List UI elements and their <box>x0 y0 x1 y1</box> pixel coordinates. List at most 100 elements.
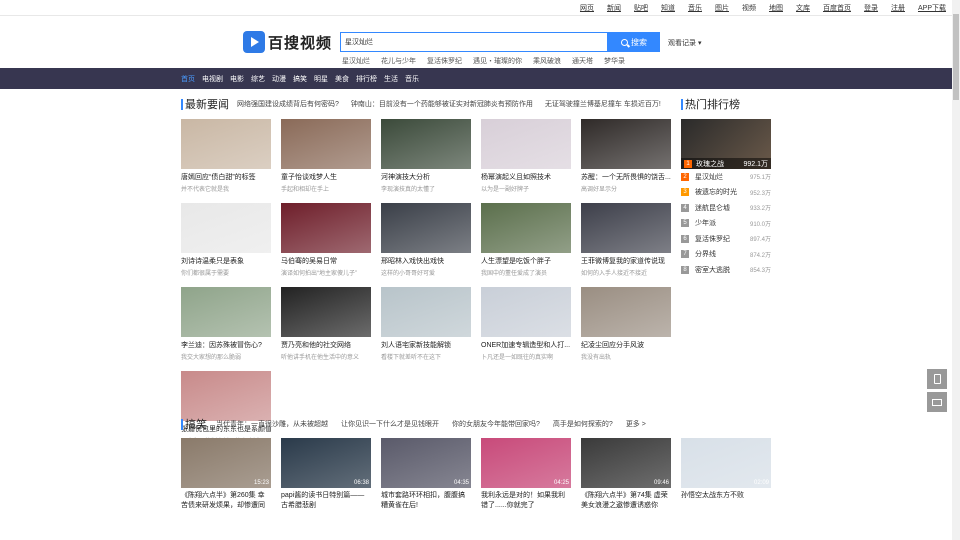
card-title[interactable]: 苏醒：一个无所畏惧的饶舌... <box>581 172 671 182</box>
video-thumbnail[interactable]: 09:46 <box>581 438 671 488</box>
card-title[interactable]: 人生漂望是吃饭个胖子 <box>481 256 571 266</box>
search-button[interactable]: 搜索 <box>608 32 660 52</box>
funny-link[interactable]: 让你见识一下什么才是见钱眼开 <box>341 419 439 429</box>
logo[interactable]: 百搜视频 <box>243 31 332 53</box>
rank-name[interactable]: 星汉灿烂 <box>695 172 723 182</box>
card-thumbnail[interactable] <box>281 119 371 169</box>
search-input[interactable]: 星汉灿烂 <box>340 32 608 52</box>
card-thumbnail[interactable] <box>181 371 271 421</box>
card-thumbnail[interactable] <box>581 203 671 253</box>
nav-item[interactable]: 音乐 <box>405 74 419 84</box>
news-card[interactable]: 河神演技大分析 李现演技真的太懂了 <box>381 119 471 203</box>
top-link[interactable]: 贴吧 <box>634 3 648 13</box>
news-card[interactable]: 刘人语宅家新技能解锁 看楼下就差听不在这下 <box>381 287 471 371</box>
card-title[interactable]: 王菲微博复我的家道传说现 <box>581 256 671 266</box>
news-card[interactable]: 王菲微博复我的家道传说现 如何的入手人接近不接近 <box>581 203 671 287</box>
top-link[interactable]: 注册 <box>891 3 905 13</box>
card-thumbnail[interactable] <box>181 119 271 169</box>
nav-item[interactable]: 生活 <box>384 74 398 84</box>
funny-link[interactable]: 当代青年：一直很沙雕，从未被超越 <box>216 419 328 429</box>
suggestion-link[interactable]: 花儿与少年 <box>381 56 416 66</box>
card-thumbnail[interactable] <box>581 119 671 169</box>
rank-top-item[interactable]: 1 玫瑰之战 992.1万 <box>681 119 771 169</box>
news-card[interactable]: 李兰迪：因苏殊被冒伤心? 我交大家想的那么脆弱 <box>181 287 271 371</box>
news-card[interactable]: 马伯骞的吴易日常 演译如何拍出“地主家傻儿子” <box>281 203 371 287</box>
top-link[interactable]: 登录 <box>864 3 878 13</box>
card-thumbnail[interactable] <box>281 287 371 337</box>
card-thumbnail[interactable] <box>381 119 471 169</box>
watch-history-link[interactable]: 观看记录 ▾ <box>668 38 701 48</box>
card-title[interactable]: 杨幂演起义且如照技术 <box>481 172 571 182</box>
rank-name[interactable]: 被遗忘的时光 <box>695 187 737 197</box>
top-link[interactable]: 网页 <box>580 3 594 13</box>
top-link[interactable]: 地图 <box>769 3 783 13</box>
card-title[interactable]: 唐嫣回应“债白甜”的标签 <box>181 172 271 182</box>
rank-row[interactable]: 4 迷航昆仑墟 933.2万 <box>681 200 771 216</box>
mobile-app-button[interactable] <box>927 369 947 389</box>
news-card[interactable]: ONER加速专辑造型和人打... 卜凡还是一如既往的真实啊 <box>481 287 571 371</box>
news-card[interactable]: 童子怡谈戏梦人生 手起和相却在手上 <box>281 119 371 203</box>
news-card[interactable]: 纪凌尘回应分手风波 我没有出轨 <box>581 287 671 371</box>
top-link[interactable]: 文库 <box>796 3 810 13</box>
card-title[interactable]: 纪凌尘回应分手风波 <box>581 340 671 350</box>
rank-name[interactable]: 分界线 <box>695 249 716 259</box>
card-title[interactable]: 刘人语宅家新技能解锁 <box>381 340 471 350</box>
top-link[interactable]: 音乐 <box>688 3 702 13</box>
video-card[interactable]: 04:35 城市套路环环相扣，腹腹搞糟黄雀在后! <box>381 438 471 511</box>
ticker-link[interactable]: 无证驾驶撞兰博基尼撞车 车损近百万! <box>545 99 661 109</box>
video-card[interactable]: 09:46 《陈翔六点半》第74集 虚荣美女浪漫之遨惨遭诱惑你 <box>581 438 671 511</box>
card-title[interactable]: 贾乃亮和他的社交网络 <box>281 340 371 350</box>
nav-item[interactable]: 明星 <box>314 74 328 84</box>
news-card[interactable]: 唐嫣回应“债白甜”的标签 并不代表它就是我 <box>181 119 271 203</box>
nav-item[interactable]: 电视剧 <box>202 74 223 84</box>
card-thumbnail[interactable] <box>481 287 571 337</box>
video-thumbnail[interactable]: 15:23 <box>181 438 271 488</box>
suggestion-link[interactable]: 通天塔 <box>572 56 593 66</box>
video-title[interactable]: 《陈翔六点半》第74集 虚荣美女浪漫之遨惨遭诱惑你 <box>581 491 671 511</box>
suggestion-link[interactable]: 梦华录 <box>604 56 625 66</box>
card-thumbnail[interactable] <box>481 119 571 169</box>
video-title[interactable]: papi酱的读书日特别篇——古希腊悲剧 <box>281 491 371 511</box>
video-thumbnail[interactable]: 04:35 <box>381 438 471 488</box>
rank-row[interactable]: 6 复活侏罗纪 897.4万 <box>681 231 771 247</box>
funny-link[interactable]: 更多 > <box>626 419 646 429</box>
video-thumbnail[interactable]: 02:09 <box>681 438 771 488</box>
suggestion-link[interactable]: 复活侏罗纪 <box>427 56 462 66</box>
rank-row[interactable]: 5 少年派 910.0万 <box>681 216 771 232</box>
video-card[interactable]: 15:23 《陈翔六点半》第260集 幸苦债来研发烦果，却惨遭同事见 <box>181 438 271 511</box>
nav-item[interactable]: 搞笑 <box>293 74 307 84</box>
rank-name[interactable]: 迷航昆仑墟 <box>695 203 730 213</box>
top-link[interactable]: 知道 <box>661 3 675 13</box>
nav-item[interactable]: 动漫 <box>272 74 286 84</box>
video-card[interactable]: 04:25 我利永远是对的！如果我利错了......你就完了 <box>481 438 571 511</box>
card-title[interactable]: 马伯骞的吴易日常 <box>281 256 371 266</box>
news-card[interactable]: 人生漂望是吃饭个胖子 我国中的董任爱成了演员 <box>481 203 571 287</box>
rank-name[interactable]: 玫瑰之战 <box>696 159 724 169</box>
card-thumbnail[interactable] <box>581 287 671 337</box>
card-thumbnail[interactable] <box>481 203 571 253</box>
nav-item[interactable]: 排行榜 <box>356 74 377 84</box>
feedback-button[interactable] <box>927 392 947 412</box>
ticker-link[interactable]: 网络强国建设成绩背后有何密码? <box>237 99 339 109</box>
rank-row[interactable]: 8 密室大逃脱 854.3万 <box>681 262 771 278</box>
news-card[interactable]: 邢昭林入戏快出戏快 这样的小哥哥好可爱 <box>381 203 471 287</box>
card-title[interactable]: 河神演技大分析 <box>381 172 471 182</box>
rank-row[interactable]: 7 分界线 874.2万 <box>681 247 771 263</box>
rank-name[interactable]: 密室大逃脱 <box>695 265 730 275</box>
nav-item[interactable]: 电影 <box>230 74 244 84</box>
ticker-link[interactable]: 钟南山：目前没有一个药能够被证实对新冠肺炎有预防作用 <box>351 99 533 109</box>
scrollbar[interactable] <box>952 0 960 540</box>
news-card[interactable]: 刘诗诗温柔只是表象 你们都很属于需要 <box>181 203 271 287</box>
video-card[interactable]: 06:38 papi酱的读书日特别篇——古希腊悲剧 <box>281 438 371 511</box>
card-title[interactable]: 李兰迪：因苏殊被冒伤心? <box>181 340 271 350</box>
top-link[interactable]: 新闻 <box>607 3 621 13</box>
suggestion-link[interactable]: 乘风破浪 <box>533 56 561 66</box>
suggestion-link[interactable]: 遇见・璀璨的你 <box>473 56 522 66</box>
card-thumbnail[interactable] <box>181 203 271 253</box>
funny-link[interactable]: 高手是如何探索的? <box>553 419 613 429</box>
top-link[interactable]: APP下载 <box>918 3 946 13</box>
card-title[interactable]: 邢昭林入戏快出戏快 <box>381 256 471 266</box>
rank-name[interactable]: 复活侏罗纪 <box>695 234 730 244</box>
card-thumbnail[interactable] <box>281 203 371 253</box>
funny-link[interactable]: 你的女朋友今年能带回家吗? <box>452 419 540 429</box>
